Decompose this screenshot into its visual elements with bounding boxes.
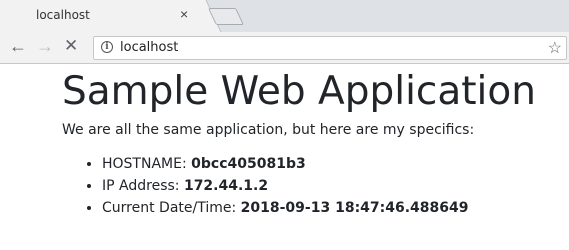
browser-toolbar: ← → ✕ i localhost ☆: [0, 32, 569, 64]
hostname-value: 0bcc405081b3: [191, 156, 306, 172]
info-icon[interactable]: i: [101, 41, 113, 53]
list-item-datetime: Current Date/Time: 2018-09-13 18:47:46.4…: [102, 197, 562, 219]
stop-loading-icon[interactable]: ✕: [64, 36, 78, 56]
back-arrow-icon[interactable]: ←: [9, 36, 27, 56]
page-title: Sample Web Application: [62, 69, 536, 114]
bookmark-star-icon[interactable]: ☆: [548, 38, 562, 58]
list-item-hostname: HOSTNAME: 0bcc405081b3: [102, 153, 562, 175]
datetime-value: 2018-09-13 18:47:46.488649: [240, 200, 469, 216]
intro-text: We are all the same application, but her…: [62, 122, 475, 138]
hostname-label: HOSTNAME:: [102, 156, 187, 172]
close-tab-icon[interactable]: ×: [180, 6, 188, 22]
page-content: Sample Web Application We are all the sa…: [62, 64, 562, 219]
list-item-ip-address: IP Address: 172.44.1.2: [102, 175, 562, 197]
specifics-list: HOSTNAME: 0bcc405081b3 IP Address: 172.4…: [62, 153, 562, 219]
tab-strip: localhost ×: [0, 0, 569, 32]
datetime-label: Current Date/Time:: [102, 200, 237, 216]
forward-arrow-icon[interactable]: →: [36, 36, 54, 56]
browser-tab[interactable]: localhost ×: [0, 0, 204, 32]
ip-address-value: 172.44.1.2: [183, 178, 269, 194]
url-text[interactable]: localhost: [120, 40, 178, 55]
tab-title: localhost: [36, 8, 90, 22]
address-bar[interactable]: i localhost ☆: [93, 36, 567, 60]
ip-address-label: IP Address:: [102, 178, 180, 194]
